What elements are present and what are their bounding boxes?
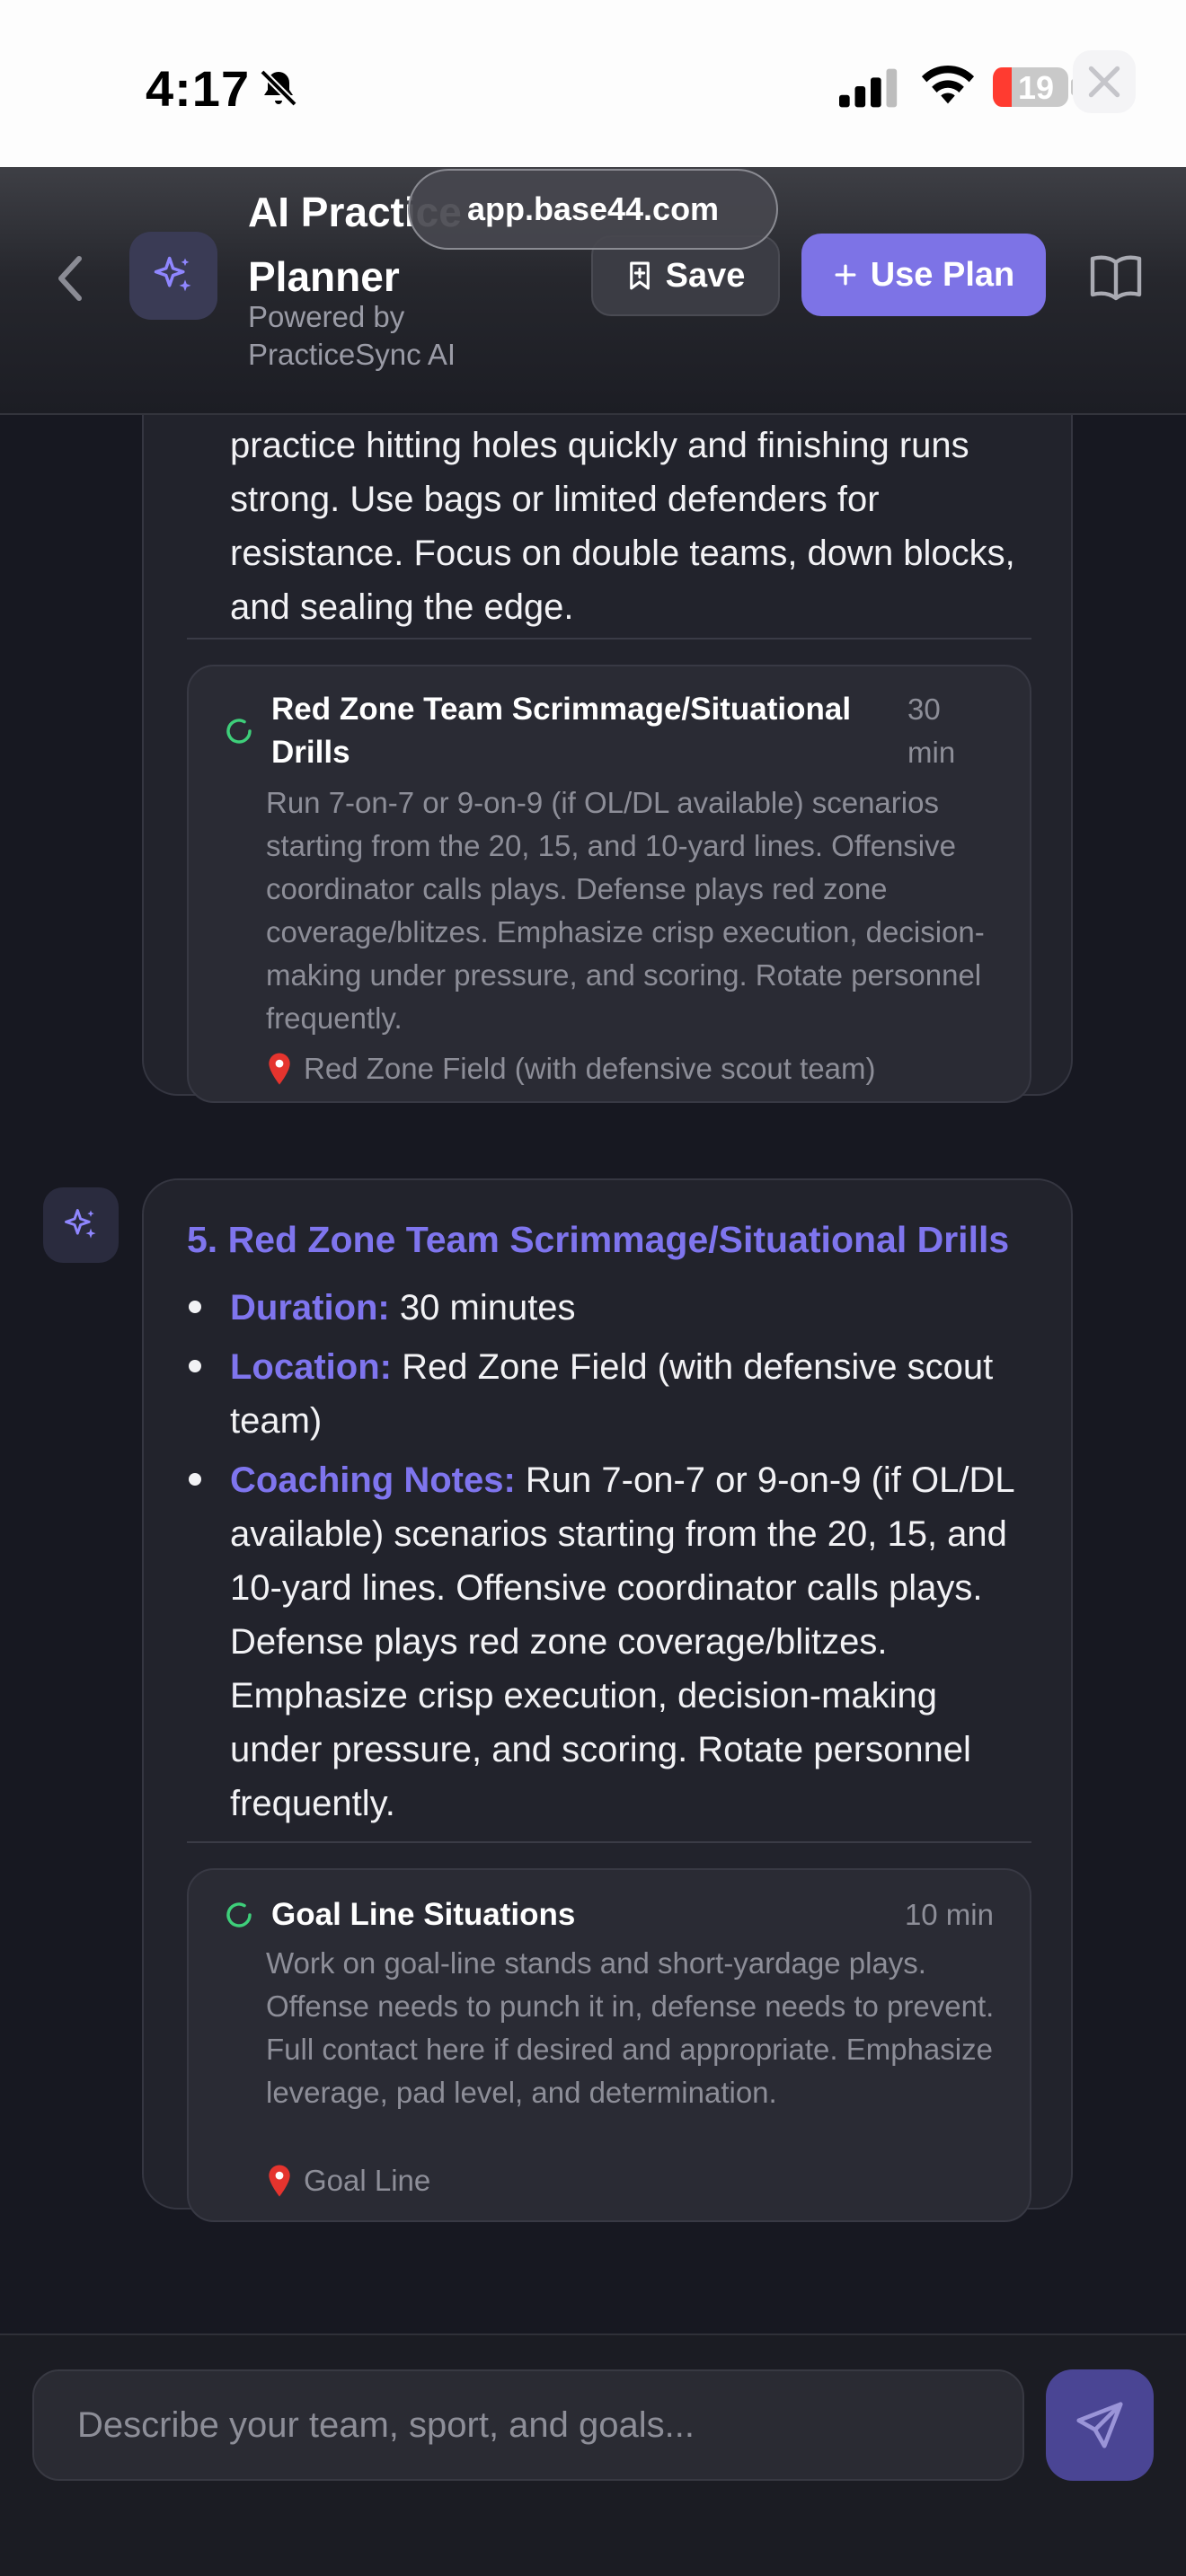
next-drill-description: Work on goal-line stands and short-yarda… bbox=[266, 1946, 995, 2109]
list-bullet bbox=[189, 1301, 201, 1313]
send-icon bbox=[1076, 2402, 1123, 2448]
coaching-notes-value: Run 7-on-7 or 9-on-9 (if OL/DL available… bbox=[230, 1460, 1014, 1823]
next-drill-duration: 30 min bbox=[907, 693, 956, 769]
message-composer bbox=[0, 2333, 1186, 2576]
ai-message-card: practice hitting holes quickly and finis… bbox=[142, 415, 1073, 1103]
next-drill-title: Goal Line Situations bbox=[271, 1897, 576, 1932]
use-plan-label: Use Plan bbox=[870, 255, 1015, 294]
battery-level: 19 bbox=[1017, 69, 1055, 106]
map-pin-icon bbox=[269, 2165, 290, 2197]
url-bar[interactable]: app.base44.com bbox=[408, 169, 778, 250]
app-logo bbox=[129, 232, 217, 320]
send-button[interactable] bbox=[1046, 2369, 1154, 2481]
list-bullet bbox=[189, 1473, 201, 1486]
use-plan-button[interactable]: Use Plan bbox=[801, 234, 1046, 316]
coaching-notes-label: Coaching Notes: bbox=[230, 1460, 516, 1500]
app-header: AI Practice Planner Powered by PracticeS… bbox=[0, 167, 1186, 415]
close-icon[interactable] bbox=[1073, 50, 1136, 113]
message-input[interactable] bbox=[32, 2369, 1024, 2481]
loading-spinner-icon bbox=[226, 1902, 252, 1928]
list-bullet bbox=[189, 1360, 201, 1372]
location-label: Location: bbox=[230, 1347, 392, 1387]
chat-messages[interactable]: practice hitting holes quickly and finis… bbox=[0, 415, 1186, 2333]
book-open-icon[interactable] bbox=[1089, 251, 1143, 302]
chevron-left-icon[interactable] bbox=[52, 253, 88, 304]
next-drill-location-label: Goal Line bbox=[304, 2164, 431, 2197]
duration-value: 30 minutes bbox=[399, 1288, 576, 1328]
status-time: 4:17 bbox=[146, 60, 251, 117]
status-bar: 4:17 19 bbox=[0, 0, 1186, 167]
loading-spinner-icon bbox=[226, 719, 252, 744]
bookmark-plus-icon bbox=[629, 261, 650, 290]
list-item-location: Location: Red Zone Field (with defensive… bbox=[230, 1340, 1039, 1448]
divider bbox=[187, 638, 1031, 640]
battery-indicator: 19 bbox=[992, 66, 1080, 108]
map-pin-icon bbox=[269, 1053, 290, 1085]
list-item-duration: Duration: 30 minutes bbox=[230, 1281, 1039, 1335]
ai-message-card: 5. Red Zone Team Scrimmage/Situational D… bbox=[142, 1178, 1073, 2222]
next-drill-card: Red Zone Team Scrimmage/Situational Dril… bbox=[187, 665, 1031, 1103]
ai-avatar bbox=[43, 1187, 119, 1263]
list-item-coaching-notes: Coaching Notes: Run 7-on-7 or 9-on-9 (if… bbox=[230, 1453, 1039, 1831]
next-drill-location-label: Red Zone Field (with defensive scout tea… bbox=[304, 1052, 876, 1085]
next-drill-duration: 10 min bbox=[904, 1898, 994, 1931]
page-subtitle: Powered by PracticeSync AI bbox=[248, 300, 456, 371]
next-drill-location: Red Zone Field (with defensive scout tea… bbox=[266, 1047, 875, 1090]
next-drill-location: Goal Line bbox=[266, 2159, 430, 2202]
next-drill-description: Run 7-on-7 or 9-on-9 (if OL/DL available… bbox=[266, 786, 985, 1035]
duration-label: Duration: bbox=[230, 1288, 390, 1328]
message-body-text: practice hitting holes quickly and finis… bbox=[230, 426, 1015, 627]
divider bbox=[187, 1841, 1031, 1843]
cellular-signal-icon bbox=[839, 68, 898, 108]
plus-icon bbox=[835, 264, 856, 286]
next-drill-card: Goal Line Situations 10 min Work on goal… bbox=[187, 1868, 1031, 2222]
next-drill-title: Red Zone Team Scrimmage/Situational Dril… bbox=[271, 692, 852, 770]
sparkles-icon bbox=[65, 1209, 96, 1239]
sparkles-icon bbox=[154, 256, 191, 292]
bell-slash-icon bbox=[260, 69, 297, 107]
wifi-icon bbox=[921, 65, 975, 104]
save-button-label: Save bbox=[665, 256, 746, 295]
section-title: 5. Red Zone Team Scrimmage/Situational D… bbox=[187, 1219, 1010, 1260]
